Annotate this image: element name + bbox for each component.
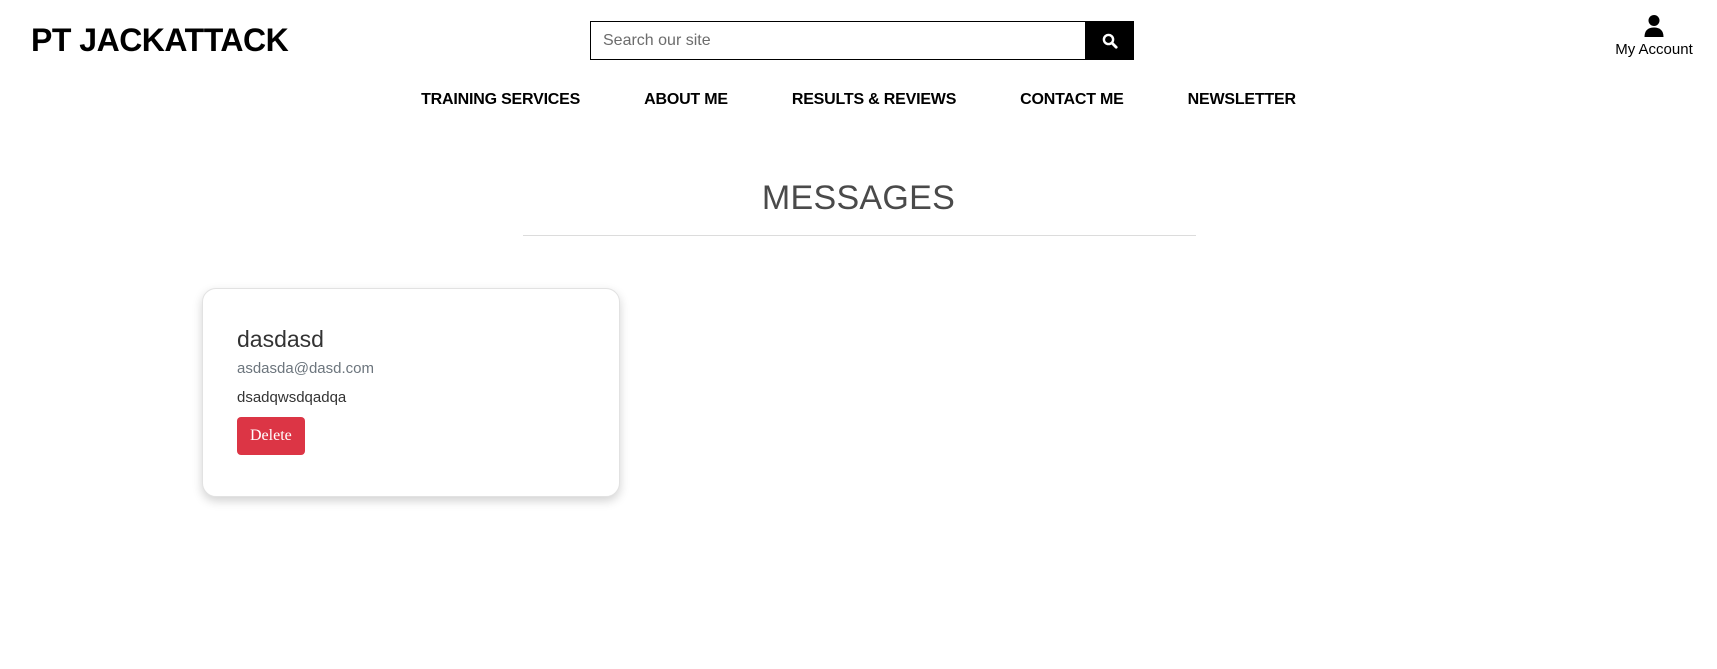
search-button[interactable]	[1085, 21, 1134, 60]
brand-logo[interactable]: PT JACKATTACK	[31, 18, 289, 62]
main-nav-list: TRAINING SERVICES ABOUT ME RESULTS & REV…	[421, 88, 1296, 112]
message-sender-name: dasdasd	[237, 326, 324, 352]
search-input[interactable]	[590, 21, 1086, 60]
message-body: dsadqwsdqadqa	[237, 389, 347, 406]
user-icon	[1644, 15, 1664, 37]
nav-item-results-reviews[interactable]: RESULTS & REVIEWS	[792, 88, 957, 112]
title-divider	[523, 235, 1196, 236]
my-account-link[interactable]: My Account	[1604, 14, 1704, 58]
search-form	[590, 21, 1134, 60]
nav-item-about-me[interactable]: ABOUT ME	[644, 88, 728, 112]
nav-item-training-services[interactable]: TRAINING SERVICES	[421, 88, 580, 112]
page: PT JACKATTACK My Account TRAINING SERVIC…	[0, 0, 1717, 669]
nav-item-contact-me[interactable]: CONTACT ME	[1020, 88, 1124, 112]
page-title: MESSAGES	[761, 179, 956, 217]
nav-item-newsletter[interactable]: NEWSLETTER	[1188, 88, 1296, 112]
delete-message-button[interactable]: Delete	[237, 417, 305, 455]
main-nav: TRAINING SERVICES ABOUT ME RESULTS & REV…	[0, 88, 1717, 112]
my-account-label: My Account	[1615, 41, 1693, 58]
message-card: dasdasd asdasda@dasd.com dsadqwsdqadqa D…	[202, 288, 620, 497]
message-sender-email: asdasda@dasd.com	[237, 360, 374, 377]
search-icon	[1102, 33, 1118, 49]
